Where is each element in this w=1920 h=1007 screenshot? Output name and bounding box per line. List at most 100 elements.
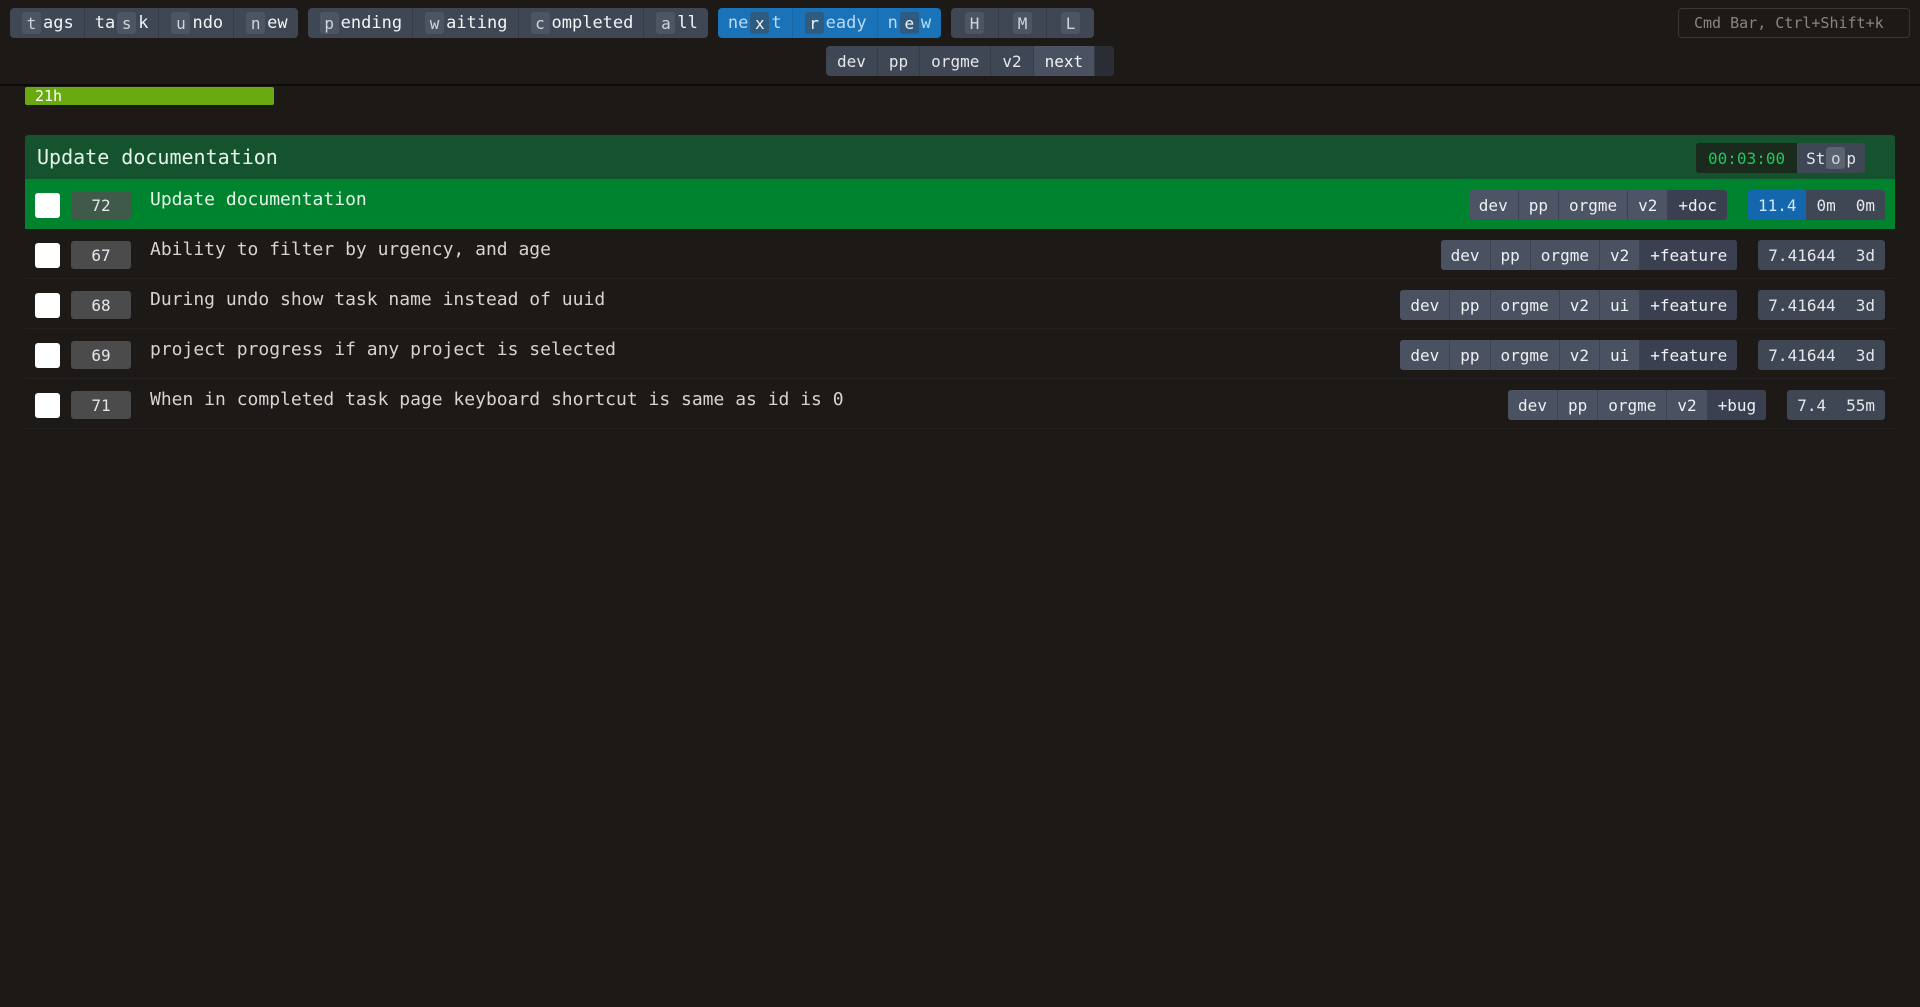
tag-pp[interactable]: pp — [1517, 190, 1558, 220]
filter-all-button[interactable]: a ll — [643, 8, 707, 38]
filter-pending-button[interactable]: p ending — [308, 8, 412, 38]
action-tags-button[interactable]: t ags — [10, 8, 84, 38]
context-tag-empty-slot[interactable] — [1094, 46, 1115, 76]
priority-m-button[interactable]: M — [998, 8, 1046, 38]
tag-dev[interactable]: dev — [1469, 190, 1518, 220]
priority-l-button[interactable]: L — [1046, 8, 1094, 38]
task-id-badge[interactable]: 72 — [71, 191, 131, 219]
action-undo-button[interactable]: u ndo — [158, 8, 233, 38]
task-urgency: 7.4 — [1797, 395, 1827, 415]
context-tag-dev[interactable]: dev — [826, 46, 877, 76]
button-label-post: eady — [825, 13, 867, 33]
task-age: 3d — [1855, 295, 1875, 315]
task-description[interactable]: project progress if any project is selec… — [150, 339, 616, 360]
task-urgency: 7.41644 — [1768, 245, 1836, 265]
tag-orgme[interactable]: orgme — [1489, 340, 1559, 370]
tag-orgme[interactable]: orgme — [1529, 240, 1599, 270]
action-task-button[interactable]: ta s k — [83, 8, 159, 38]
report-ready-button[interactable]: r eady — [791, 8, 877, 38]
task-checkbox[interactable] — [35, 243, 60, 268]
action-new-button[interactable]: n ew — [233, 8, 297, 38]
task-description[interactable]: Update documentation — [150, 189, 367, 210]
button-label-post: ll — [677, 13, 698, 33]
task-urgency: 7.41644 — [1768, 345, 1836, 365]
progress-label: 21h — [35, 87, 63, 105]
tag-v2[interactable]: v2 — [1666, 390, 1706, 420]
task-stats: 7.41644 3d — [1758, 290, 1885, 320]
report-new-button[interactable]: new — [876, 8, 942, 38]
button-label-pre: ta — [94, 13, 116, 33]
report-actions-group: t ags ta s k u ndo n ew — [10, 8, 298, 38]
tag-orgme[interactable]: orgme — [1489, 290, 1559, 320]
task-id-badge[interactable]: 69 — [71, 341, 131, 369]
task-checkbox[interactable] — [35, 293, 60, 318]
stop-button[interactable]: St o p — [1797, 143, 1865, 173]
cmd-bar-input[interactable]: Cmd Bar, Ctrl+Shift+k — [1678, 8, 1910, 38]
tag-dev[interactable]: dev — [1441, 240, 1490, 270]
active-task-header: Update documentation 00:03:00 St o p — [25, 135, 1895, 179]
tag-pp[interactable]: pp — [1449, 290, 1489, 320]
button-label-post: ompleted — [551, 13, 634, 33]
tag-pp[interactable]: pp — [1449, 340, 1489, 370]
tag-dev[interactable]: dev — [1400, 290, 1449, 320]
task-meta-area: dev pp orgme v2 +doc 11.4 0m 0m — [1468, 190, 1885, 220]
tag-v2[interactable]: v2 — [1627, 190, 1667, 220]
tag-orgme[interactable]: orgme — [1557, 190, 1627, 220]
tag-pp[interactable]: pp — [1556, 390, 1597, 420]
task-timer: 00:03:00 — [1696, 143, 1798, 173]
task-age: 0m — [1816, 195, 1836, 215]
task-stats: 7.41644 3d — [1758, 340, 1885, 370]
context-tags-bar: dev pp orgme v2 next — [826, 46, 1115, 76]
filter-waiting-button[interactable]: w aiting — [412, 8, 517, 38]
button-label-post: w — [920, 13, 932, 33]
timer-controls: 00:03:00 St o p — [1696, 143, 1865, 173]
tag-dev[interactable]: dev — [1508, 390, 1557, 420]
tag-v2[interactable]: v2 — [1558, 290, 1599, 320]
task-stats: 11.4 0m 0m — [1747, 190, 1885, 220]
button-label-pre: ne — [727, 13, 749, 33]
context-tag-next[interactable]: next — [1032, 46, 1095, 76]
context-tag-pp[interactable]: pp — [876, 46, 919, 76]
task-id-badge[interactable]: 68 — [71, 291, 131, 319]
task-project-tag[interactable]: +feature — [1639, 240, 1738, 270]
task-age: 0m — [1855, 195, 1875, 215]
shortcut-key: n — [246, 12, 266, 34]
task-project-tag[interactable]: +doc — [1667, 190, 1727, 220]
tag-v2[interactable]: v2 — [1598, 240, 1639, 270]
shortcut-key: w — [425, 12, 445, 34]
task-age: 3d — [1855, 345, 1875, 365]
task-row: 69 project progress if any project is sel… — [25, 329, 1895, 379]
task-project-tag[interactable]: +feature — [1639, 290, 1738, 320]
task-description[interactable]: During undo show task name instead of uu… — [150, 289, 605, 310]
report-next-button[interactable]: ne x t — [718, 8, 792, 38]
task-description[interactable]: When in completed task page keyboard sho… — [150, 389, 844, 410]
active-task-title: Update documentation — [37, 145, 278, 169]
task-id-badge[interactable]: 67 — [71, 241, 131, 269]
tag-orgme[interactable]: orgme — [1597, 390, 1666, 420]
button-label-pre: n — [887, 13, 898, 33]
tag-dev[interactable]: dev — [1400, 340, 1449, 370]
tag-ui[interactable]: ui — [1598, 290, 1639, 320]
shortcut-key: e — [899, 12, 919, 34]
context-tag-v2[interactable]: v2 — [990, 46, 1032, 76]
task-checkbox[interactable] — [35, 193, 60, 218]
task-project-tag[interactable]: +bug — [1706, 390, 1767, 420]
priority-h-button[interactable]: H — [951, 8, 998, 38]
shortcut-key: p — [319, 12, 339, 34]
task-checkbox[interactable] — [35, 393, 60, 418]
context-tag-orgme[interactable]: orgme — [919, 46, 990, 76]
task-age: 55m — [1846, 395, 1875, 415]
tag-pp[interactable]: pp — [1489, 240, 1530, 270]
task-checkbox[interactable] — [35, 343, 60, 368]
stop-shortcut-key: o — [1826, 147, 1846, 169]
task-age: 3d — [1855, 245, 1875, 265]
button-label-post: ew — [267, 13, 288, 33]
task-description[interactable]: Ability to filter by urgency, and age — [150, 239, 551, 260]
tag-v2[interactable]: v2 — [1558, 340, 1599, 370]
task-project-tag[interactable]: +feature — [1639, 340, 1738, 370]
filter-completed-button[interactable]: c ompleted — [517, 8, 644, 38]
task-id-badge[interactable]: 71 — [71, 391, 131, 419]
tag-ui[interactable]: ui — [1598, 340, 1639, 370]
shortcut-key: r — [804, 12, 824, 34]
task-meta-area: dev pp orgme v2 +feature 7.41644 3d — [1440, 240, 1885, 270]
